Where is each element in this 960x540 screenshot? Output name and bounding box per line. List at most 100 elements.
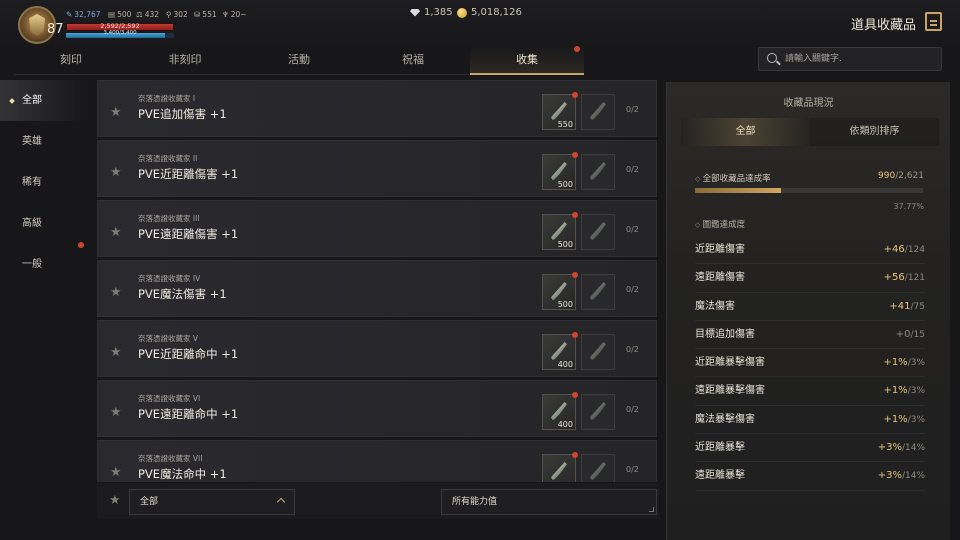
collection-progress: 0/2 bbox=[626, 105, 639, 114]
favorite-star-icon[interactable]: ★ bbox=[110, 405, 122, 420]
stat-row: 魔法暴擊傷害 +1%/3% bbox=[695, 406, 925, 435]
stat-row: 近距離暴擊傷害 +1%/3% bbox=[695, 349, 925, 378]
item-slot[interactable] bbox=[542, 452, 578, 482]
search-box[interactable] bbox=[758, 47, 942, 71]
trophy-icon: ♆ bbox=[222, 10, 229, 19]
item-count: 550 bbox=[557, 120, 573, 129]
resource-3: ⚖ 432 bbox=[136, 10, 160, 19]
stat-filter-dropdown[interactable]: 所有能力值 bbox=[441, 489, 657, 515]
item-slot[interactable]: 400 bbox=[542, 332, 578, 370]
collection-row[interactable]: ★ 奈落憑證收藏家 II PVE近距離傷害 +1 500 0/2 bbox=[97, 140, 657, 197]
item-slot[interactable] bbox=[581, 394, 615, 430]
item-count: 400 bbox=[557, 360, 573, 369]
collection-row[interactable]: ★ 奈落憑證收藏家 IV PVE魔法傷害 +1 500 0/2 bbox=[97, 260, 657, 317]
item-slot[interactable]: 500 bbox=[542, 272, 578, 310]
favorite-star-icon[interactable]: ★ bbox=[110, 105, 122, 120]
notification-dot bbox=[78, 242, 84, 248]
sidebar-item-rare[interactable]: 稀有 bbox=[0, 162, 88, 203]
item-slot[interactable]: 500 bbox=[542, 212, 578, 250]
overall-total: /2,621 bbox=[895, 171, 924, 181]
collection-name: PVE遠距離命中 +1 bbox=[138, 407, 239, 421]
stat-value: +41/75 bbox=[889, 300, 925, 312]
stat-name: 遠距離暴擊 bbox=[695, 470, 745, 482]
stat-value: +0/15 bbox=[895, 328, 925, 340]
favorite-star-icon[interactable]: ★ bbox=[110, 465, 122, 480]
resource-5: ⛁ 551 bbox=[194, 10, 217, 19]
item-slot[interactable]: 400 bbox=[542, 392, 578, 430]
collection-subtitle: 奈落憑證收藏家 VI bbox=[138, 394, 201, 403]
feather-item-icon bbox=[590, 462, 606, 480]
sidebar-item-hero[interactable]: 英雄 bbox=[0, 121, 88, 162]
collection-list[interactable]: ★ 奈落憑證收藏家 I PVE追加傷害 +1 550 0/2 ★ 奈落憑證收藏家… bbox=[97, 80, 659, 482]
collection-row[interactable]: ★ 奈落憑證收藏家 I PVE追加傷害 +1 550 0/2 bbox=[97, 80, 657, 137]
item-slot[interactable] bbox=[581, 334, 615, 370]
overall-progress-bar bbox=[695, 188, 923, 193]
hp-text: 2,592/2,592 bbox=[100, 22, 140, 30]
overall-rate-value: 990/2,621 bbox=[878, 171, 924, 181]
tab-event[interactable]: 活動 bbox=[242, 45, 356, 74]
feather-item-icon bbox=[551, 462, 567, 480]
mp-bar: 3,400/3,400 bbox=[66, 30, 174, 38]
item-slot[interactable] bbox=[581, 454, 615, 482]
grade-filter-dropdown[interactable]: 全部 bbox=[129, 489, 295, 515]
collection-name: PVE追加傷害 +1 bbox=[138, 107, 227, 121]
category-tabs: 刻印 非刻印 活動 祝福 收集 bbox=[14, 45, 584, 75]
stat-name: 遠距離傷害 bbox=[695, 272, 745, 284]
collection-progress: 0/2 bbox=[626, 285, 639, 294]
boot-icon: ⚲ bbox=[166, 10, 172, 19]
collection-name: PVE近距離命中 +1 bbox=[138, 347, 239, 361]
favorite-star-icon[interactable]: ★ bbox=[110, 345, 122, 360]
tab-engraved[interactable]: 刻印 bbox=[14, 45, 128, 74]
item-slot[interactable] bbox=[581, 274, 615, 310]
stat-value: +56/121 bbox=[883, 272, 925, 284]
collection-name: PVE遠距離傷害 +1 bbox=[138, 227, 239, 241]
gold-currency: 5,018,126 bbox=[457, 7, 522, 18]
item-count: 500 bbox=[557, 180, 573, 189]
stat-row: 遠距離暴擊 +3%/14% bbox=[695, 462, 925, 491]
feather-item-icon bbox=[551, 282, 567, 300]
notification-dot bbox=[572, 392, 578, 398]
collection-progress: 0/2 bbox=[626, 165, 639, 174]
collection-row[interactable]: ★ 奈落憑證收藏家 VII PVE魔法命中 +1 0/2 bbox=[97, 440, 657, 482]
collection-row[interactable]: ★ 奈落憑證收藏家 III PVE遠距離傷害 +1 500 0/2 bbox=[97, 200, 657, 257]
item-slot[interactable]: 550 bbox=[542, 92, 578, 130]
class-crest-icon bbox=[29, 14, 45, 36]
stat-name: 遠距離暴擊傷害 bbox=[695, 385, 765, 397]
stat-row: 遠距離傷害 +56/121 bbox=[695, 264, 925, 293]
notification-dot bbox=[572, 152, 578, 158]
feather-item-icon bbox=[590, 342, 606, 360]
search-icon bbox=[767, 53, 777, 63]
item-slot[interactable] bbox=[581, 154, 615, 190]
exit-icon[interactable] bbox=[925, 12, 942, 31]
favorite-star-icon[interactable]: ★ bbox=[110, 225, 122, 240]
sidebar-item-normal[interactable]: 一般 bbox=[0, 242, 88, 285]
scroll-icon: ▤ bbox=[108, 10, 116, 19]
panel-tab-all[interactable]: 全部 bbox=[681, 118, 810, 146]
sidebar-item-all[interactable]: 全部 bbox=[0, 80, 88, 121]
resource-6: ♆ 20~ bbox=[222, 10, 247, 19]
sidebar-item-advanced[interactable]: 高級 bbox=[0, 203, 88, 244]
tab-non-engraved[interactable]: 非刻印 bbox=[128, 45, 242, 74]
item-slot[interactable] bbox=[581, 94, 615, 130]
item-slot[interactable]: 500 bbox=[542, 152, 578, 190]
tab-collection[interactable]: 收集 bbox=[470, 45, 584, 75]
panel-tab-by-type[interactable]: 依類別排序 bbox=[810, 118, 939, 146]
collection-row[interactable]: ★ 奈落憑證收藏家 V PVE近距離命中 +1 400 0/2 bbox=[97, 320, 657, 377]
favorite-filter-star-icon[interactable]: ★ bbox=[109, 493, 121, 508]
overall-percent: 37.77% bbox=[893, 202, 924, 211]
sidebar-item-label: 全部 bbox=[22, 95, 42, 106]
favorite-star-icon[interactable]: ★ bbox=[110, 285, 122, 300]
item-slot[interactable] bbox=[581, 214, 615, 250]
notification-dot bbox=[572, 92, 578, 98]
collection-progress: 0/2 bbox=[626, 405, 639, 414]
stat-name: 近距離暴擊傷害 bbox=[695, 357, 765, 369]
tab-blessing[interactable]: 祝福 bbox=[356, 45, 470, 74]
feather-item-icon bbox=[590, 162, 606, 180]
stat-row: 魔法傷害 +41/75 bbox=[695, 293, 925, 321]
favorite-star-icon[interactable]: ★ bbox=[110, 165, 122, 180]
stat-row: 近距離傷害 +46/124 bbox=[695, 236, 925, 265]
stat-name: 魔法傷害 bbox=[695, 300, 735, 312]
search-input[interactable] bbox=[785, 50, 935, 68]
collection-row[interactable]: ★ 奈落憑證收藏家 VI PVE遠距離命中 +1 400 0/2 bbox=[97, 380, 657, 437]
overall-progress-fill bbox=[695, 188, 782, 193]
